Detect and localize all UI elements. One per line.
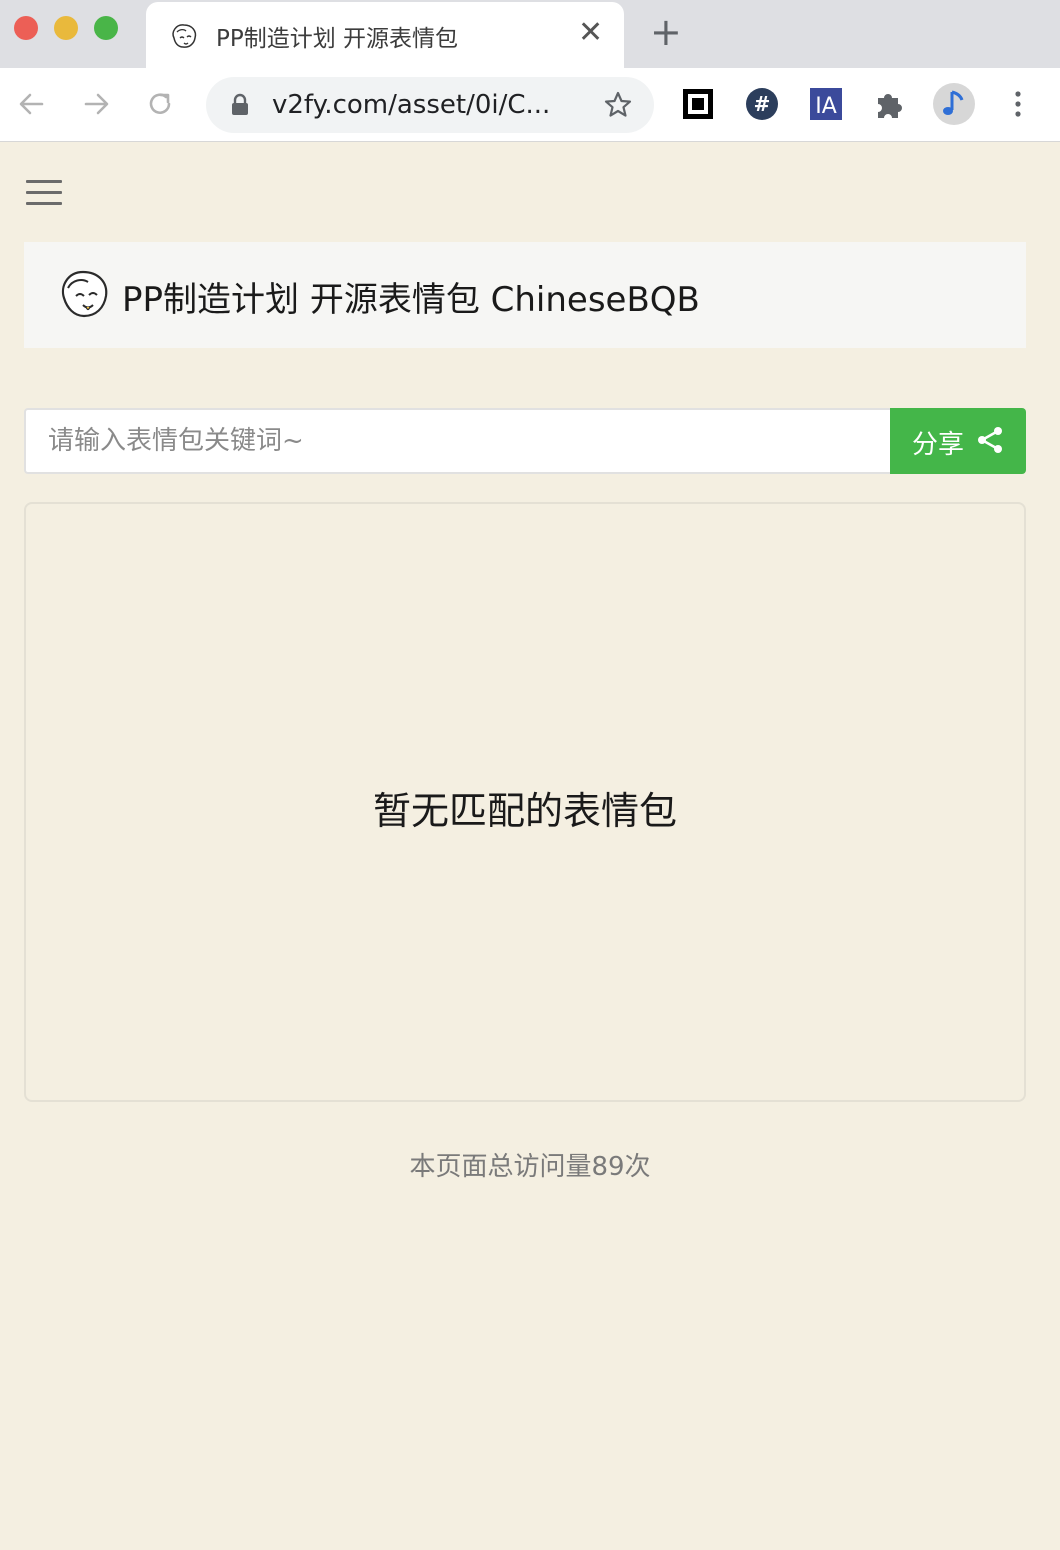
music-note-icon[interactable] bbox=[932, 82, 976, 126]
active-tab[interactable]: PP制造计划 开源表情包 ✕ bbox=[146, 2, 624, 68]
meme-face-logo-icon bbox=[61, 270, 108, 318]
lock-icon[interactable] bbox=[230, 93, 250, 117]
bookmark-star-icon[interactable] bbox=[602, 89, 634, 121]
search-input[interactable] bbox=[24, 408, 890, 474]
share-button-label: 分享 bbox=[912, 430, 965, 460]
reload-icon[interactable] bbox=[142, 86, 178, 122]
visit-counter: 本页面总访问量89次 bbox=[409, 1152, 651, 1182]
tab-close-icon[interactable]: ✕ bbox=[578, 15, 603, 51]
more-menu-icon[interactable] bbox=[1006, 86, 1042, 122]
hashtag-icon[interactable]: # bbox=[744, 86, 780, 122]
url-text[interactable]: v2fy.com/asset/0i/C... bbox=[272, 90, 550, 120]
ia-icon[interactable]: IA bbox=[808, 86, 844, 122]
site-header: PP制造计划 开源表情包 ChineseBQB bbox=[24, 242, 1026, 348]
tab-title: PP制造计划 开源表情包 bbox=[216, 26, 459, 52]
results-panel: 暂无匹配的表情包 bbox=[24, 502, 1026, 1102]
hamburger-menu-icon[interactable] bbox=[26, 180, 62, 208]
forward-arrow-icon[interactable] bbox=[78, 86, 114, 122]
svg-text:#: # bbox=[754, 92, 771, 116]
meme-face-icon bbox=[172, 24, 197, 48]
svg-text:IA: IA bbox=[815, 94, 837, 119]
back-arrow-icon[interactable] bbox=[14, 86, 50, 122]
minimize-window-button[interactable] bbox=[54, 16, 78, 40]
search-bar: 分享 bbox=[24, 408, 1026, 474]
new-tab-button[interactable]: + bbox=[650, 12, 682, 52]
share-button[interactable]: 分享 bbox=[890, 408, 1026, 474]
browser-tab-bar: PP制造计划 开源表情包 ✕ + bbox=[0, 0, 1060, 68]
puzzle-icon[interactable] bbox=[872, 86, 908, 122]
qr-code-icon[interactable] bbox=[680, 86, 716, 122]
empty-results-message: 暂无匹配的表情包 bbox=[372, 789, 677, 833]
address-bar[interactable]: v2fy.com/asset/0i/C... bbox=[206, 77, 654, 133]
maximize-window-button[interactable] bbox=[94, 16, 118, 40]
close-window-button[interactable] bbox=[14, 16, 38, 40]
site-title: PP制造计划 开源表情包 ChineseBQB bbox=[122, 280, 700, 320]
browser-toolbar: v2fy.com/asset/0i/C... # IA bbox=[0, 68, 1060, 142]
share-icon bbox=[978, 427, 1002, 453]
